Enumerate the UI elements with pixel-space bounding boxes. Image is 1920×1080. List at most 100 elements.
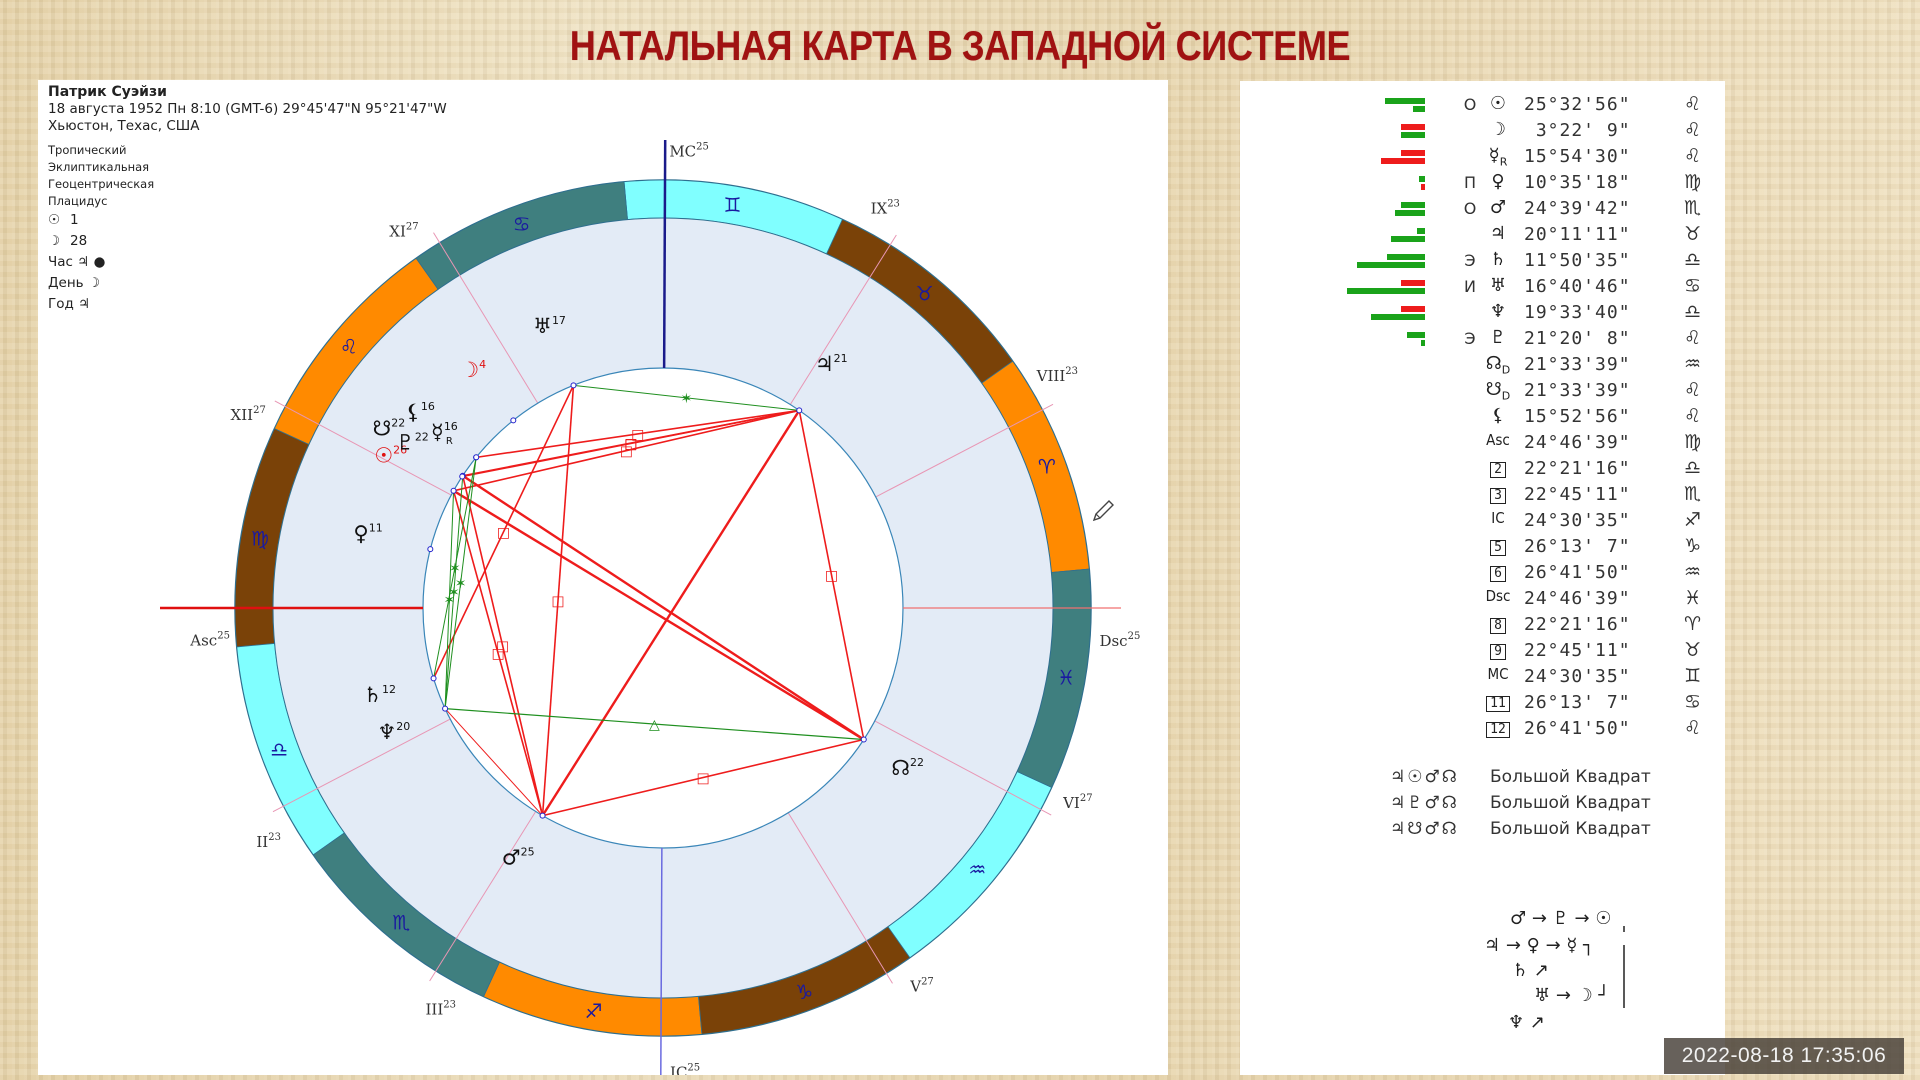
sign-glyph-gemini-icon: ♊ xyxy=(724,193,742,217)
dignity-mark: О xyxy=(1463,95,1477,114)
sign-glyph-virgo-icon: ♍ xyxy=(251,527,269,551)
sign-icon: ♋ xyxy=(1684,275,1702,297)
planet-icon: MC xyxy=(1487,665,1509,683)
configuration-row: ♃☋♂☊ Большой Квадрат xyxy=(1390,819,1720,845)
strength-bar-positive xyxy=(1357,262,1425,268)
sign-icon: ♌ xyxy=(1684,405,1702,427)
dispositor-row: ♅ → ☽ ┘ xyxy=(1534,984,1609,1006)
configurations-list: ♃☉♂☊ Большой Квадрат ♃♇♂☊ Большой Квадрат ♃☋… xyxy=(1390,767,1720,845)
sign-icon: ♌ xyxy=(1684,119,1702,141)
planet-icon: ♇ xyxy=(1489,327,1507,348)
ruler-row-hour: Час ♃ ● xyxy=(48,254,106,270)
pencil-icon[interactable] xyxy=(1090,498,1116,524)
position-value: 22°45'11" xyxy=(1524,484,1631,505)
planet-icon: 11 xyxy=(1480,691,1516,712)
planet-icon: ♃ xyxy=(1489,223,1507,244)
year-ruler-icon: ♃ xyxy=(78,296,91,312)
strength-bar-positive xyxy=(1385,98,1425,104)
axis-mc xyxy=(662,139,667,369)
sign-icon: ♊ xyxy=(1684,665,1702,687)
aspect-symbol-square-icon: □ xyxy=(697,771,710,787)
planet-row: Э ♇ 21°20' 8" ♌ xyxy=(1240,327,1725,353)
strength-bar-positive xyxy=(1391,236,1425,242)
strength-bar-negative xyxy=(1421,184,1425,190)
sign-glyph-scorpio-icon: ♏ xyxy=(392,910,410,934)
sign-icon: ♍ xyxy=(1684,171,1702,193)
planet-point-jupiter xyxy=(796,407,803,414)
strength-bars xyxy=(1335,512,1425,532)
strength-bars xyxy=(1335,668,1425,688)
strength-bar-positive xyxy=(1419,176,1425,182)
planet-row: 12 26°41'50" ♌ xyxy=(1240,717,1725,743)
strength-bars xyxy=(1335,486,1425,506)
strength-bars xyxy=(1335,538,1425,558)
planet-point-mars xyxy=(539,812,546,819)
dispositor-row: ♆ ↗ xyxy=(1508,1012,1545,1033)
configuration-label: Большой Квадрат xyxy=(1490,767,1651,787)
setting-house-system: Плацидус xyxy=(48,194,108,208)
strength-bars xyxy=(1335,564,1425,584)
strength-bars xyxy=(1335,122,1425,142)
planet-icon: 5 xyxy=(1480,535,1516,556)
planet-row: Dsc 24°46'39" ♓ xyxy=(1240,587,1725,613)
house-label-dsc: Dsc25 xyxy=(1099,631,1140,650)
planet-icon: 9 xyxy=(1480,639,1516,660)
house-label-ic: IC25 xyxy=(670,1062,700,1075)
strength-bar-positive xyxy=(1407,332,1425,338)
planet-point-venus xyxy=(427,546,434,553)
sign-glyph-capricorn-icon: ♑ xyxy=(795,980,813,1004)
planet-icon: ☿R xyxy=(1488,145,1508,169)
planet-icon: ♀ xyxy=(1491,171,1505,192)
sign-glyph-sagittarius-icon: ♐ xyxy=(585,999,603,1023)
setting-zodiac: Тропический xyxy=(48,143,127,157)
configuration-row: ♃☉♂☊ Большой Квадрат xyxy=(1390,767,1720,793)
chart-info: Патрик Суэйзи 18 августа 1952 Пн 8:10 (G… xyxy=(48,84,447,315)
chart-panel: ♈ ♉ ♊ ♋ ♌ ♍ ♎ ♏ ♐ ♑ ♒ ♓ Asc25 II23 III23 IC25 V27 VI27 Dsc… xyxy=(38,80,1168,1075)
planet-point-uranus xyxy=(570,382,577,389)
ruler-row-moon: ☽ 28 xyxy=(48,231,447,252)
strength-bars xyxy=(1335,460,1425,480)
hour-ruler-icon: ♃ ● xyxy=(77,254,106,270)
strength-bars xyxy=(1335,642,1425,662)
dignity-mark: П xyxy=(1463,173,1477,192)
planet-icon: ☽ xyxy=(1489,119,1507,140)
planet-row: ☊D 21°33'39" ♒ xyxy=(1240,353,1725,379)
sign-glyph-libra-icon: ♎ xyxy=(270,737,288,761)
house-label-xii: XII27 xyxy=(231,405,266,424)
position-value: 26°13' 7" xyxy=(1524,536,1631,557)
planet-icon: 6 xyxy=(1480,561,1516,582)
birth-data: 18 августа 1952 Пн 8:10 (GMT-6) 29°45'47… xyxy=(48,101,447,117)
planet-icon: ♅ xyxy=(1489,275,1507,296)
position-value: 26°13' 7" xyxy=(1524,692,1631,713)
planet-row: О ♂ 24°39'42" ♏ xyxy=(1240,197,1725,223)
planet-icon: ☋D xyxy=(1485,379,1511,403)
sign-icon: ♒ xyxy=(1684,561,1702,583)
configuration-planets-icon: ♃☉♂☊ xyxy=(1390,767,1459,787)
position-value: 16°40'46" xyxy=(1524,276,1631,297)
ruler-row-sun: ☉ 1 xyxy=(48,210,447,231)
sign-icon: ♏ xyxy=(1684,483,1702,505)
planet-icon: ♄ xyxy=(1489,249,1507,270)
strength-bar-positive xyxy=(1401,132,1425,138)
planet-point-sun xyxy=(450,487,457,494)
strength-bars xyxy=(1335,616,1425,636)
aspect-symbol-square-icon: □ xyxy=(497,525,510,541)
planet-icon: ♂ xyxy=(1489,197,1507,218)
configuration-label: Большой Квадрат xyxy=(1490,819,1651,839)
dignity-mark: Э xyxy=(1464,251,1476,270)
sign-glyph-pisces-icon: ♓ xyxy=(1057,665,1075,689)
planet-point-north-node xyxy=(860,736,867,743)
planet-row: 2 22°21'16" ♎ xyxy=(1240,457,1725,483)
planet-icon: 12 xyxy=(1480,717,1516,738)
planet-row: И ♅ 16°40'46" ♋ xyxy=(1240,275,1725,301)
moon-icon: ☽ xyxy=(48,233,61,249)
sign-icon: ♌ xyxy=(1684,145,1702,167)
position-value: 24°39'42" xyxy=(1524,198,1631,219)
strength-bar-positive xyxy=(1387,254,1425,260)
position-value: 21°20' 8" xyxy=(1524,328,1631,349)
strength-bars xyxy=(1335,252,1425,272)
planet-row: ♆ 19°33'40" ♎ xyxy=(1240,301,1725,327)
sign-icon: ♐ xyxy=(1684,509,1702,531)
planet-point-south-node xyxy=(459,473,466,480)
sign-icon: ♌ xyxy=(1684,717,1702,739)
